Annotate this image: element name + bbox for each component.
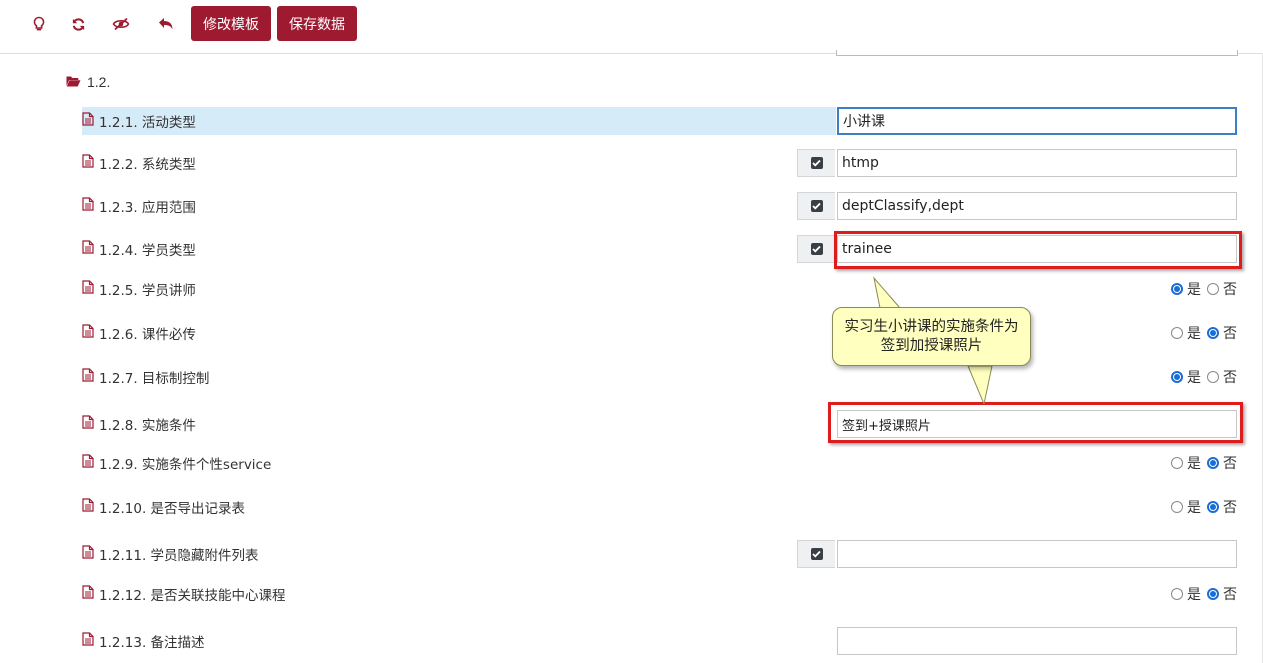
setting-row: 1.2.1. 活动类型 [0,107,1263,135]
save-data-button[interactable]: 保存数据 [277,6,357,41]
undo-icon[interactable] [152,10,180,38]
radio-no-label: 否 [1223,370,1237,386]
radio-yes-label: 是 [1187,282,1201,298]
radio-no-label: 否 [1223,282,1237,298]
row-label: 1.2.9. 实施条件个性service [99,457,272,473]
setting-row: 1.2.10. 是否导出记录表 是 否 [0,493,1263,521]
radio-yes-label: 是 [1187,370,1201,386]
row-label: 1.2.4. 学员类型 [99,243,196,259]
row-label: 1.2.2. 系统类型 [99,157,196,173]
row-label: 1.2.11. 学员隐藏附件列表 [99,548,259,564]
setting-row: 1.2.11. 学员隐藏附件列表 [0,540,1263,568]
radio-yes[interactable] [1171,457,1183,469]
row-label: 1.2.8. 实施条件 [99,418,196,434]
radio-no-label: 否 [1223,326,1237,342]
setting-row: 1.2.2. 系统类型 [0,149,1263,177]
yes-no-radio-group: 是 否 [1171,323,1237,343]
hide-icon[interactable] [107,10,135,38]
row-label: 1.2.13. 备注描述 [99,635,205,651]
radio-yes[interactable] [1171,588,1183,600]
folder-open-icon [66,74,81,90]
file-icon [82,498,94,516]
file-icon [82,415,94,433]
multi-select-checkbox[interactable] [797,192,835,220]
annotation-highlight-trainee [834,231,1242,269]
radio-yes-label: 是 [1187,587,1201,603]
row-label: 1.2.6. 课件必传 [99,327,196,343]
refresh-icon[interactable] [64,10,92,38]
radio-no-label: 否 [1223,456,1237,472]
file-icon [82,324,94,342]
yes-no-radio-group: 是 否 [1171,367,1237,387]
multi-select-checkbox[interactable] [797,149,835,177]
file-icon [82,197,94,215]
radio-yes-label: 是 [1187,456,1201,472]
folder-label: 1.2. [87,74,111,90]
setting-row: 1.2.13. 备注描述 [0,627,1263,655]
tree-folder-node[interactable]: 1.2. [66,72,110,92]
file-icon [82,280,94,298]
scope-input[interactable] [837,192,1237,220]
radio-no[interactable] [1207,501,1219,513]
yes-no-radio-group: 是 否 [1171,497,1237,517]
toolbar: 修改模板 保存数据 [0,0,1263,54]
remarks-input[interactable] [837,627,1237,655]
yes-no-radio-group: 是 否 [1171,584,1237,604]
radio-no[interactable] [1207,588,1219,600]
row-label: 1.2.12. 是否关联技能中心课程 [99,588,286,604]
yes-no-radio-group: 是 否 [1171,453,1237,473]
annotation-callout: 实习生小讲课的实施条件为签到加授课照片 [832,307,1031,366]
file-icon [82,368,94,386]
file-icon [82,545,94,563]
previous-field-edge [836,50,1238,56]
row-label: 1.2.5. 学员讲师 [99,283,196,299]
radio-no[interactable] [1207,371,1219,383]
system-type-input[interactable] [837,149,1237,177]
activity-type-input[interactable] [837,107,1237,135]
setting-row: 1.2.3. 应用范围 [0,192,1263,220]
file-icon [82,454,94,472]
radio-no-label: 否 [1223,500,1237,516]
callout-text: 实习生小讲课的实施条件为签到加授课照片 [844,318,1019,354]
radio-no[interactable] [1207,457,1219,469]
setting-row: 1.2.12. 是否关联技能中心课程 是 否 [0,580,1263,608]
bulb-icon[interactable] [25,10,53,38]
radio-no-label: 否 [1223,587,1237,603]
radio-yes[interactable] [1171,283,1183,295]
yes-no-radio-group: 是 否 [1171,279,1237,299]
file-icon [82,585,94,603]
radio-yes[interactable] [1171,501,1183,513]
row-label: 1.2.7. 目标制控制 [99,371,210,387]
row-label: 1.2.1. 活动类型 [99,115,196,131]
radio-yes[interactable] [1171,371,1183,383]
radio-yes-label: 是 [1187,500,1201,516]
radio-yes-label: 是 [1187,326,1201,342]
radio-no[interactable] [1207,327,1219,339]
setting-row: 1.2.7. 目标制控制 是 否 [0,363,1263,391]
radio-yes[interactable] [1171,327,1183,339]
multi-select-checkbox[interactable] [797,540,835,568]
edit-template-button[interactable]: 修改模板 [191,6,271,41]
setting-row: 1.2.9. 实施条件个性service 是 否 [0,449,1263,477]
row-label: 1.2.10. 是否导出记录表 [99,501,246,517]
setting-row: 1.2.6. 课件必传 是 否 [0,319,1263,347]
file-icon [82,154,94,172]
file-icon [82,240,94,258]
multi-select-checkbox[interactable] [797,235,835,263]
file-icon [82,632,94,650]
radio-no[interactable] [1207,283,1219,295]
hidden-attachments-input[interactable] [837,540,1237,568]
setting-row: 1.2.5. 学员讲师 是 否 [0,275,1263,303]
file-icon [82,112,94,130]
row-label: 1.2.3. 应用范围 [99,200,196,216]
